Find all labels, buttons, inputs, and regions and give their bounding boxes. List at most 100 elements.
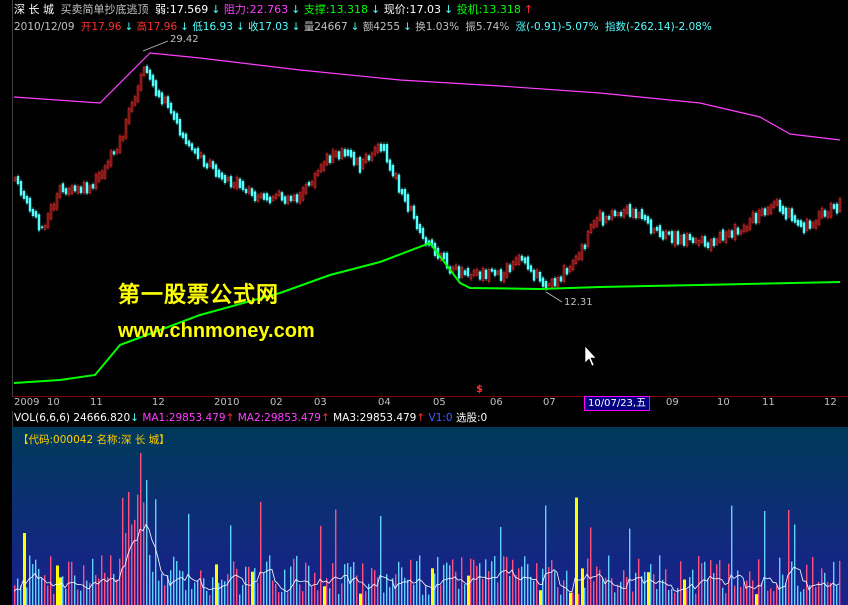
candle-body [37, 214, 41, 231]
candle-body [508, 264, 512, 273]
volume-bar [656, 589, 658, 605]
volume-bar [344, 564, 346, 605]
price-value: 现价:17.03 [383, 3, 441, 16]
volume-bar [50, 556, 52, 605]
volume-bar [128, 491, 130, 605]
volume-bar [800, 591, 802, 605]
volume-bar [182, 571, 184, 605]
volume-bar [644, 571, 646, 605]
volume-bar [500, 526, 502, 605]
candle-body [367, 155, 371, 161]
volume-bar [185, 590, 187, 605]
candle-body [280, 192, 284, 201]
high-pointer [142, 40, 169, 52]
candle-body [601, 212, 605, 226]
volume-bar [308, 565, 310, 605]
volume-bar [272, 580, 274, 605]
volume-bar [467, 575, 470, 605]
candle-body [721, 229, 725, 241]
quote-high: 高17.96 [136, 21, 178, 33]
quote-index: 指数(-262.14)-2.08% [604, 21, 712, 33]
candle-body [214, 164, 218, 177]
volume-bar [143, 502, 145, 605]
volume-bar [512, 559, 514, 605]
candle-body [157, 90, 161, 98]
quote-bar: 2010/12/09 开17.96 ↓ 高17.96 ↓ 低16.93 ↓ 收17.0… [14, 21, 712, 33]
volume-bar [170, 570, 172, 605]
axis-tick: 11 [90, 397, 103, 408]
volume-bar [314, 572, 316, 605]
candle-body [64, 188, 68, 195]
volume-bar [320, 525, 322, 605]
candle-body [22, 190, 26, 199]
candle-body [169, 102, 173, 114]
volume-bar [212, 577, 214, 605]
candle-body [34, 211, 38, 218]
volume-bar [533, 580, 535, 605]
volume-bar [335, 509, 337, 605]
volume-bar [473, 559, 475, 605]
volume-bar [89, 582, 91, 605]
volume-bar [791, 561, 793, 605]
volume-bar [62, 576, 64, 605]
volume-bar [797, 585, 799, 605]
candle-body [19, 180, 23, 196]
weak-value: 弱:17.569 [155, 3, 209, 16]
candle-body [418, 224, 422, 233]
candle-body [184, 133, 188, 145]
volume-bar [692, 569, 694, 605]
candle-body [532, 269, 536, 281]
candle-body [193, 148, 197, 154]
volume-bar [425, 585, 427, 605]
candle-body [421, 227, 425, 239]
volume-bar [701, 563, 703, 605]
volume-bar [440, 585, 442, 605]
volume-bar [74, 575, 76, 605]
volume-bar [572, 592, 574, 605]
candle-body [730, 230, 734, 238]
candlestick-series [13, 64, 842, 292]
candle-body [220, 172, 224, 180]
volume-bar [338, 594, 340, 605]
volume-bar [590, 527, 592, 605]
volume-bar [686, 589, 688, 605]
volume-bar [188, 513, 190, 605]
volume-bar [38, 568, 40, 605]
volume-bar [368, 583, 370, 605]
candle-body [337, 151, 341, 160]
volume-bar [818, 581, 820, 605]
volume-bar [215, 564, 218, 605]
volume-bar [506, 557, 508, 605]
candle-body [229, 176, 233, 188]
volume-bar [14, 585, 16, 605]
candle-body [478, 271, 482, 280]
axis-tick: 06 [490, 397, 503, 408]
high-price-label: 29.42 [170, 34, 199, 45]
quote-open: 开17.96 [80, 21, 122, 33]
candle-body [40, 226, 44, 229]
volume-bar [464, 584, 466, 605]
volume-bar [302, 591, 304, 605]
volume-bar [311, 586, 313, 605]
volume-bar [416, 560, 418, 605]
formula-name: 买卖简单抄底逃顶 [60, 3, 149, 16]
volume-bar [389, 587, 391, 605]
quote-close: 收17.03 [248, 21, 289, 33]
candle-body [634, 208, 638, 219]
volume-bar [581, 568, 584, 605]
candle-body [403, 189, 407, 202]
candle-body [211, 161, 215, 169]
volume-bar [830, 582, 832, 605]
volume-bar [653, 574, 655, 605]
candle-body [412, 205, 416, 219]
candle-body [400, 189, 404, 195]
axis-tick: 10 [47, 397, 60, 408]
candle-body [793, 215, 797, 223]
candle-body [661, 231, 665, 240]
volume-bar [782, 574, 784, 605]
volume-bar [815, 587, 817, 605]
volume-bar [65, 588, 67, 605]
candle-body [658, 225, 662, 238]
vol-ma1: MA1:29853.479 [142, 412, 226, 424]
quote-date: 2010/12/09 [14, 21, 75, 33]
